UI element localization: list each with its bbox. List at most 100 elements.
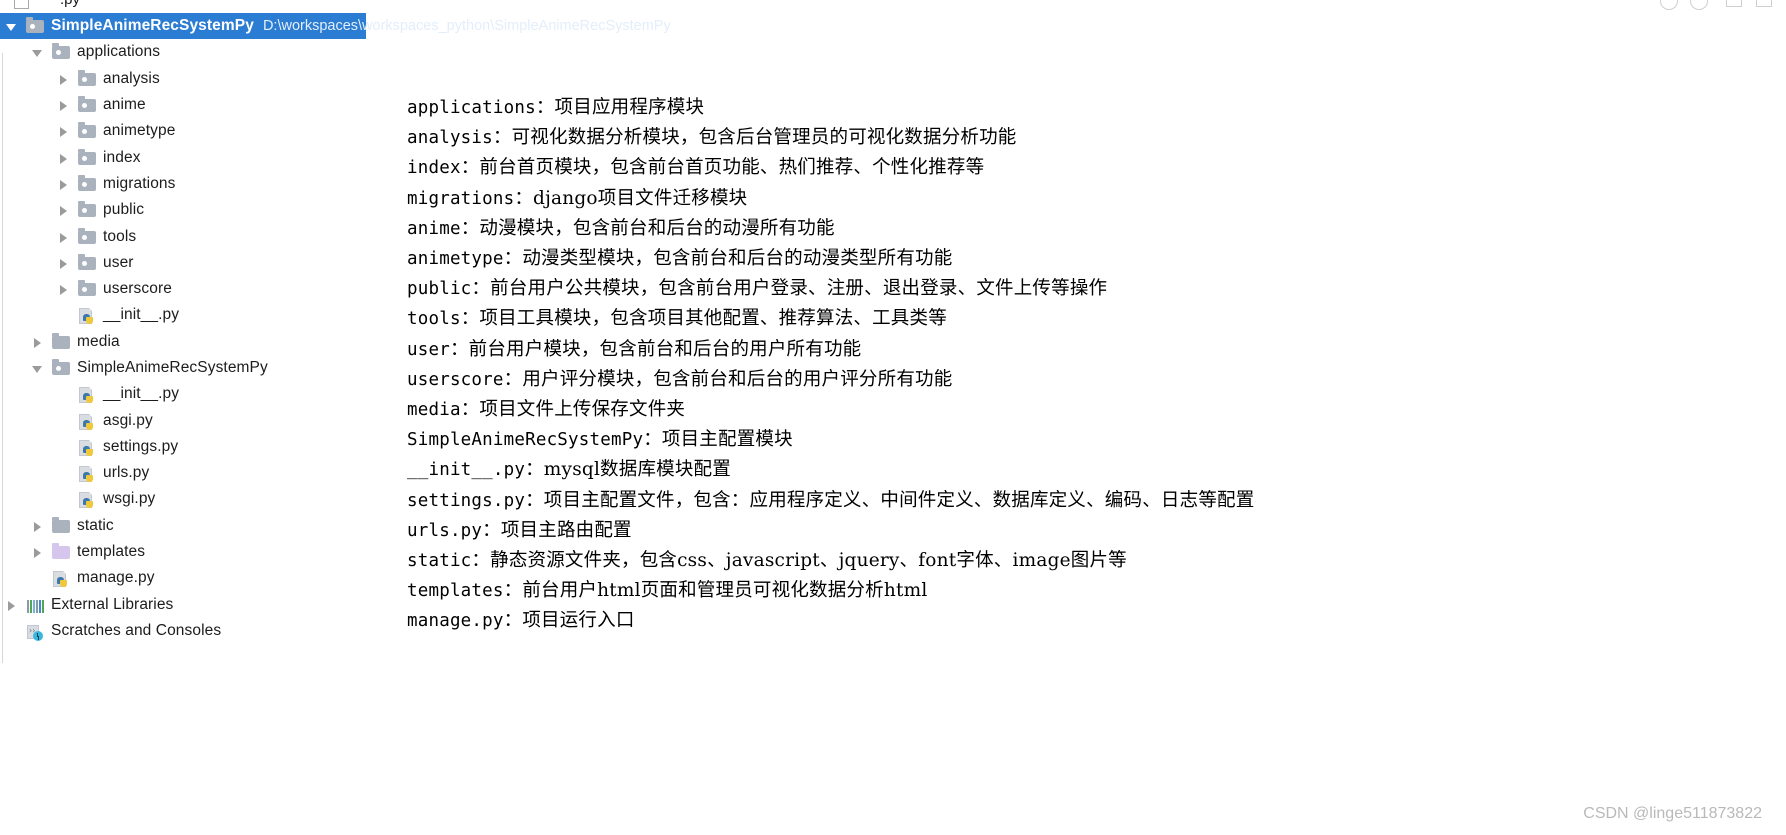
description-module-name: media — [407, 400, 461, 421]
tree-row-migrations[interactable]: migrations — [0, 171, 366, 197]
tree-row-label: user — [103, 253, 134, 271]
folder-source-icon — [78, 122, 97, 139]
folder-source-icon — [78, 280, 97, 297]
tree-row-label: migrations — [103, 174, 176, 192]
tree-row-analysis[interactable]: analysis — [0, 66, 366, 92]
tree-row-scratches-and-consoles[interactable]: ›› Scratches and Consoles — [0, 618, 366, 644]
python-file-icon — [52, 570, 71, 588]
tree-row-label: templates — [77, 543, 146, 561]
tree-row-urls-py[interactable]: urls.py — [0, 460, 366, 486]
chevron-down-icon[interactable] — [5, 20, 18, 33]
minimize-icon[interactable] — [1690, 0, 1708, 10]
description-module-name: settings.py — [407, 490, 526, 511]
maximize-icon[interactable] — [1726, 0, 1742, 7]
description-line: tools：项目工具模块，包含项目其他配置、推荐算法、工具类等 — [407, 304, 1767, 334]
chevron-right-icon[interactable] — [57, 283, 70, 296]
tree-row-label: External Libraries — [51, 595, 174, 613]
description-module-text: ：项目主路由配置 — [482, 519, 632, 541]
chevron-right-icon[interactable] — [57, 204, 70, 217]
description-module-text: ：项目运行入口 — [503, 610, 635, 632]
description-line: analysis：可视化数据分析模块，包含后台管理员的可视化数据分析功能 — [407, 123, 1767, 153]
description-module-name: migrations — [407, 188, 515, 209]
description-module-name: user — [407, 339, 450, 360]
chevron-right-icon[interactable] — [57, 125, 70, 138]
external-libraries-icon — [26, 597, 45, 613]
chevron-down-icon[interactable] — [31, 46, 44, 59]
description-module-name: SimpleAnimeRecSystemPy — [407, 430, 644, 451]
description-module-text: ：前台首页模块，包含前台首页功能、热们推荐、个性化推荐等 — [460, 157, 985, 179]
python-file-icon — [78, 386, 97, 404]
tree-row-init-py[interactable]: __init__.py — [0, 381, 366, 407]
tree-row-label: wsgi.py — [103, 490, 156, 508]
tree-row-public[interactable]: public — [0, 197, 366, 223]
description-line: settings.py：项目主配置文件，包含：应用程序定义、中间件定义、数据库定… — [407, 486, 1767, 516]
chevron-right-icon[interactable] — [31, 546, 44, 559]
description-line: static：静态资源文件夹，包含css、javascript、jquery、f… — [407, 546, 1767, 576]
scratches-icon: ›› — [26, 623, 45, 641]
tree-row-index[interactable]: index — [0, 144, 366, 170]
description-line: user：前台用户模块，包含前台和后台的用户所有功能 — [407, 335, 1767, 365]
description-module-name: templates — [407, 581, 504, 602]
description-line: templates：前台用户html页面和管理员可视化数据分析html — [407, 576, 1767, 606]
python-file-icon — [78, 413, 97, 430]
tree-no-arrow-spacer — [57, 414, 70, 427]
folder-source-icon — [52, 43, 71, 60]
project-tree-panel[interactable]: SimpleAnimeRecSystemPy D:\workspaces\work… — [0, 13, 671, 835]
tree-no-arrow-spacer — [57, 493, 70, 506]
tree-row-label: index — [103, 148, 141, 166]
tree-row-animetype[interactable]: animetype — [0, 118, 366, 144]
project-tree-rows[interactable]: SimpleAnimeRecSystemPy D:\workspaces\work… — [0, 13, 671, 644]
chevron-right-icon[interactable] — [57, 72, 70, 85]
chevron-right-icon[interactable] — [57, 256, 70, 269]
tree-row-media[interactable]: media — [0, 329, 366, 355]
chevron-right-icon[interactable] — [57, 230, 70, 243]
tree-row-label: Scratches and Consoles — [51, 621, 222, 639]
chevron-right-icon[interactable] — [31, 335, 44, 348]
tree-row-simpleanimerecsystempy[interactable]: SimpleAnimeRecSystemPy — [0, 355, 366, 381]
tree-row-settings-py[interactable]: settings.py — [0, 434, 366, 460]
description-line: anime：动漫模块，包含前台和后台的动漫所有功能 — [407, 214, 1767, 244]
folder-source-icon — [78, 227, 97, 245]
checkbox-ghost-icon — [14, 0, 29, 9]
description-module-text: ：项目主配置文件，包含：应用程序定义、中间件定义、数据库定义、编码、日志等配置 — [525, 489, 1255, 511]
folder-templates-icon — [52, 543, 71, 560]
tree-row-manage-py[interactable]: manage.py — [0, 565, 366, 591]
tree-row-userscore[interactable]: userscore — [0, 276, 366, 302]
tree-row-templates[interactable]: templates — [0, 539, 366, 565]
tree-row-asgi-py[interactable]: asgi.py — [0, 407, 366, 433]
chevron-right-icon[interactable] — [57, 151, 70, 164]
description-module-text: ：django项目文件迁移模块 — [514, 187, 748, 209]
folder-plain-icon — [52, 516, 71, 534]
description-line: media：项目文件上传保存文件夹 — [407, 395, 1767, 425]
chevron-right-icon[interactable] — [31, 519, 44, 532]
tree-row-user[interactable]: user — [0, 250, 366, 276]
tree-row-simpleanimerecsystempy[interactable]: SimpleAnimeRecSystemPy D:\workspaces\work… — [0, 13, 671, 40]
tree-row-label: __init__.py — [103, 306, 180, 324]
tree-row-label: urls.py — [103, 464, 150, 482]
chevron-right-icon[interactable] — [57, 99, 70, 112]
tree-row-anime[interactable]: anime — [0, 92, 366, 118]
chevron-down-icon[interactable] — [31, 362, 44, 375]
description-line: urls.py：项目主路由配置 — [407, 516, 1767, 546]
tree-row-static[interactable]: static — [0, 513, 366, 539]
top-strip-label: .py — [60, 0, 80, 8]
description-line: applications：项目应用程序模块 — [407, 93, 1767, 123]
tree-row-label: applications — [77, 43, 161, 61]
tree-row-init-py[interactable]: __init__.py — [0, 302, 366, 328]
help-icon[interactable] — [1660, 0, 1678, 10]
tree-row-wsgi-py[interactable]: wsgi.py — [0, 486, 366, 512]
chevron-right-icon[interactable] — [57, 177, 70, 190]
tree-row-external-libraries[interactable]: External Libraries — [0, 592, 366, 618]
tree-row-tools[interactable]: tools — [0, 223, 366, 249]
description-line: manage.py：项目运行入口 — [407, 606, 1767, 636]
tree-row-applications[interactable]: applications — [0, 39, 366, 65]
description-line: index：前台首页模块，包含前台首页功能、热们推荐、个性化推荐等 — [407, 153, 1767, 183]
folder-plain-icon — [52, 332, 71, 350]
close-icon[interactable] — [1756, 0, 1772, 7]
tree-row-label: asgi.py — [103, 411, 153, 429]
description-module-name: __init__.py — [407, 460, 526, 481]
chevron-right-icon[interactable] — [5, 598, 18, 611]
description-module-name: animetype — [407, 249, 504, 270]
tree-row-label: tools — [103, 227, 137, 245]
description-line: migrations：django项目文件迁移模块 — [407, 184, 1767, 214]
